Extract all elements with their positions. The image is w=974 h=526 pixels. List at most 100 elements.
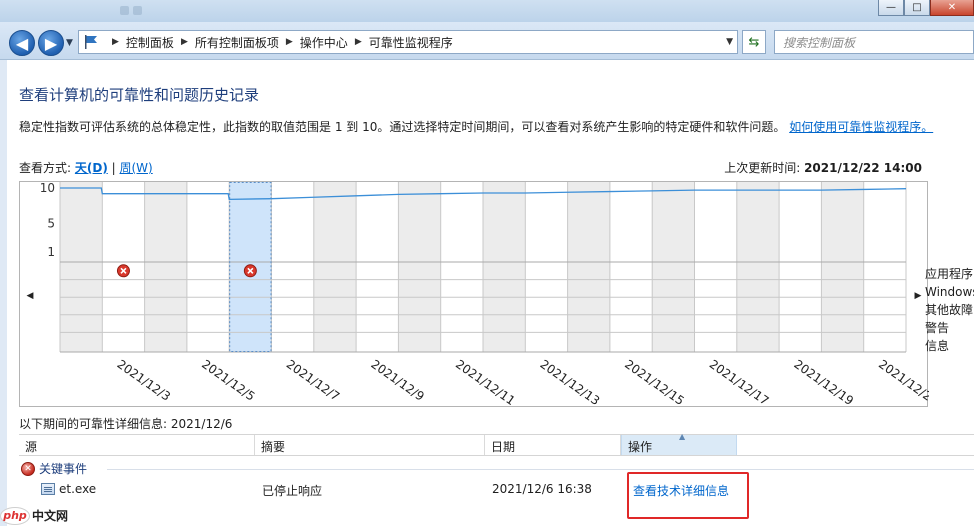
day-column <box>567 182 610 352</box>
x-tick-label: 2021/12/7 <box>284 357 342 404</box>
x-tick-label: 2021/12/17 <box>707 357 772 408</box>
day-column <box>525 182 568 352</box>
row-date: 2021/12/6 16:38 <box>492 482 592 496</box>
column-action[interactable]: ▲ 操作 <box>621 432 737 455</box>
page-title: 查看计算机的可靠性和问题历史记录 <box>19 86 260 104</box>
view-separator: | <box>111 161 120 175</box>
title-bar: — □ ✕ <box>0 0 974 22</box>
scroll-left-arrow[interactable]: ◀ <box>27 291 34 301</box>
error-icon: ✕ <box>21 461 35 476</box>
address-dropdown-icon[interactable]: ▼ <box>726 37 733 47</box>
details-table-header: 源 摘要 日期 ▲ 操作 <box>19 432 974 456</box>
chart-canvas[interactable]: 10 5 1 ◀ ▶ 2021/12/3 2021/12/5 2021/12/7 2021/12… <box>20 182 929 408</box>
x-tick-label: 2021/12/21 <box>876 357 929 408</box>
day-column <box>483 182 526 352</box>
day-column <box>609 182 653 352</box>
arrow-left-icon: ◀ <box>15 33 29 53</box>
control-panel-flag-icon <box>85 35 97 49</box>
description-text: 稳定性指数可评估系统的总体稳定性，此指数的取值范围是 1 到 10。通过选择特定… <box>19 120 786 134</box>
view-by-label: 查看方式: <box>19 161 72 175</box>
last-updated-label: 上次更新时间: <box>724 161 801 175</box>
search-input[interactable]: 搜索控制面板 <box>774 30 974 54</box>
day-column <box>736 182 780 352</box>
event-row-label: 信息 <box>925 339 950 353</box>
day-column <box>652 182 695 352</box>
refresh-button[interactable]: ⇆ <box>742 30 766 54</box>
day-column <box>186 182 230 352</box>
y-tick-label: 10 <box>40 182 55 195</box>
breadcrumb-separator-icon[interactable]: ▶ <box>112 37 119 47</box>
column-source[interactable]: 源 <box>19 435 255 455</box>
reliability-monitor-window: — □ ✕ ◀ ▶ ▼ ▶ 控制面板 ▶ 所有控制面板项 ▶ 操作中心 ▶ 可靠性监视程序 ▼… <box>0 0 974 526</box>
x-tick-label: 2021/12/15 <box>622 357 687 408</box>
main-content: 查看计算机的可靠性和问题历史记录 稳定性指数可评估系统的总体稳定性，此指数的取值… <box>0 60 974 526</box>
group-divider <box>107 469 974 470</box>
navigation-bar: ◀ ▶ ▼ ▶ 控制面板 ▶ 所有控制面板项 ▶ 操作中心 ▶ 可靠性监视程序 ▼ ⇆ 搜索控… <box>0 22 974 60</box>
view-day-link[interactable]: 天(D) <box>75 161 108 175</box>
day-column <box>779 182 822 352</box>
event-row-label: 应用程序 <box>925 267 974 281</box>
day-column <box>313 182 357 352</box>
watermark-text: 中文网 <box>32 509 69 523</box>
breadcrumb: ▶ 控制面板 ▶ 所有控制面板项 ▶ 操作中心 ▶ 可靠性监视程序 <box>105 34 453 51</box>
day-column <box>144 182 187 352</box>
close-button[interactable]: ✕ <box>930 0 974 16</box>
help-link[interactable]: 如何使用可靠性监视程序。 <box>789 120 933 134</box>
row-summary: 已停止响应 <box>262 484 323 498</box>
row-source: et.exe <box>41 482 96 496</box>
column-date[interactable]: 日期 <box>485 435 621 455</box>
day-column <box>356 182 399 352</box>
x-tick-label: 2021/12/5 <box>199 357 257 404</box>
row-source-text: et.exe <box>59 482 97 496</box>
event-row-label: Windows <box>925 285 974 299</box>
day-column <box>821 182 864 352</box>
day-column <box>440 182 483 352</box>
address-bar[interactable]: ▶ 控制面板 ▶ 所有控制面板项 ▶ 操作中心 ▶ 可靠性监视程序 ▼ <box>78 30 738 54</box>
minimize-button[interactable]: — <box>878 0 904 16</box>
column-action-label: 操作 <box>628 440 653 454</box>
breadcrumb-separator-icon[interactable]: ▶ <box>181 37 188 47</box>
recent-pages-dropdown[interactable]: ▼ <box>66 38 73 48</box>
y-tick-label: 1 <box>47 245 55 259</box>
y-tick-label: 5 <box>47 217 55 231</box>
x-tick-label: 2021/12/11 <box>453 357 518 408</box>
breadcrumb-item[interactable]: 可靠性监视程序 <box>369 34 453 51</box>
day-column <box>398 182 441 352</box>
day-column <box>271 182 314 352</box>
maximize-button[interactable]: □ <box>904 0 930 16</box>
watermark-logo: php <box>0 506 30 525</box>
last-updated: 上次更新时间: 2021/12/22 14:00 <box>724 159 922 176</box>
caption-buttons: — □ ✕ <box>878 0 974 16</box>
breadcrumb-separator-icon[interactable]: ▶ <box>355 37 362 47</box>
last-updated-value: 2021/12/22 14:00 <box>804 161 922 175</box>
view-mode-selector: 查看方式: 天(D) | 周(W) <box>19 159 153 176</box>
view-week-link[interactable]: 周(W) <box>120 161 153 175</box>
day-column <box>60 182 103 352</box>
event-row-label: 警告 <box>925 321 950 335</box>
x-tick-label: 2021/12/19 <box>791 357 856 408</box>
reliability-chart[interactable]: 10 5 1 ◀ ▶ 2021/12/3 2021/12/5 2021/12/7 2021/12… <box>19 181 929 408</box>
back-button[interactable]: ◀ <box>9 30 35 56</box>
blurred-title <box>120 5 370 17</box>
breadcrumb-item[interactable]: 控制面板 <box>126 34 174 51</box>
breadcrumb-item[interactable]: 操作中心 <box>300 34 348 51</box>
breadcrumb-item[interactable]: 所有控制面板项 <box>195 34 279 51</box>
critical-events-group[interactable]: ✕ 关键事件 <box>21 460 87 477</box>
group-label: 关键事件 <box>39 462 88 476</box>
arrow-right-icon: ▶ <box>44 33 58 53</box>
breadcrumb-separator-icon[interactable]: ▶ <box>286 37 293 47</box>
event-row-label: 其他故障 <box>925 303 974 317</box>
x-tick-label: 2021/12/9 <box>368 357 426 404</box>
description: 稳定性指数可评估系统的总体稳定性，此指数的取值范围是 1 到 10。通过选择特定… <box>19 118 933 135</box>
application-icon <box>41 483 55 495</box>
event-row-labels: 应用程序 Windows 其他故障警告信息 <box>925 266 974 356</box>
day-column <box>694 182 737 352</box>
table-row[interactable]: et.exe 已停止响应 2021/12/6 16:38 查看技术详细信息 <box>19 482 974 502</box>
column-summary[interactable]: 摘要 <box>255 435 485 455</box>
details-caption: 以下期间的可靠性详细信息: 2021/12/6 <box>19 417 233 431</box>
x-tick-label: 2021/12/13 <box>538 357 603 408</box>
forward-button[interactable]: ▶ <box>38 30 64 56</box>
day-column <box>863 182 906 352</box>
scroll-right-arrow[interactable]: ▶ <box>915 291 922 301</box>
x-tick-label: 2021/12/3 <box>115 357 173 404</box>
